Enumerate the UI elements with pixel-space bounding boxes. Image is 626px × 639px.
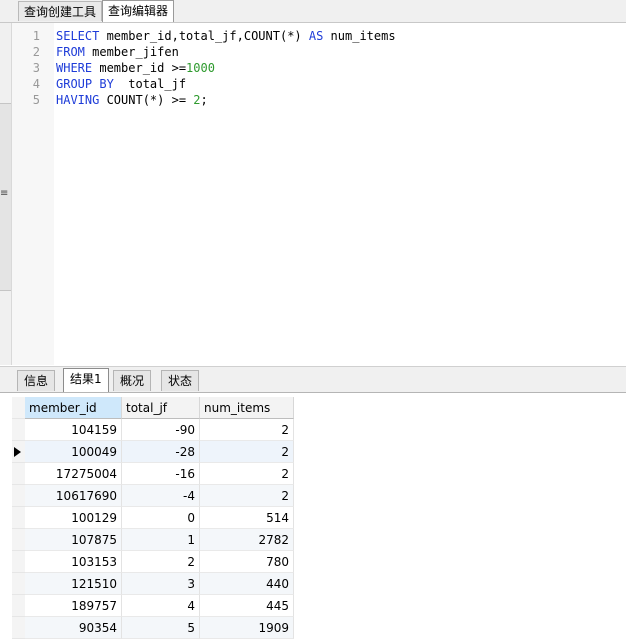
row-selector[interactable] (12, 463, 25, 485)
table-row[interactable]: 100049 -28 2 (25, 441, 294, 463)
table-row[interactable]: 104159 -90 2 (25, 419, 294, 441)
row-selector[interactable] (12, 529, 25, 551)
sql-keyword: AS (308, 29, 324, 43)
cell-num-items[interactable]: 2 (200, 441, 294, 463)
cell-member-id[interactable]: 90354 (25, 617, 122, 639)
row-selector[interactable] (12, 485, 25, 507)
sql-text: ; (200, 93, 208, 107)
sql-keyword: SELECT (56, 29, 100, 43)
line-number: 4 (32, 77, 40, 91)
table-row[interactable]: 17275004 -16 2 (25, 463, 294, 485)
row-selector[interactable] (12, 617, 25, 639)
grid-corner (12, 397, 25, 419)
code-line[interactable]: WHERE member_id >=1000 (56, 60, 215, 76)
cell-total-jf[interactable]: 2 (122, 551, 200, 573)
cell-member-id[interactable]: 189757 (25, 595, 122, 617)
table-row[interactable]: 103153 2 780 (25, 551, 294, 573)
tab-result-1[interactable]: 结果1 (63, 368, 109, 392)
cell-total-jf[interactable]: -28 (122, 441, 200, 463)
cell-total-jf[interactable]: 5 (122, 617, 200, 639)
cell-num-items[interactable]: 2 (200, 419, 294, 441)
sql-number: 1000 (186, 61, 215, 75)
result-tab-strip: 信息 结果1 概况 状态 (0, 366, 626, 393)
cell-num-items[interactable]: 2 (200, 485, 294, 507)
sql-number: 2 (193, 93, 201, 107)
table-row[interactable]: 10617690 -4 2 (25, 485, 294, 507)
cell-member-id[interactable]: 100129 (25, 507, 122, 529)
table-row[interactable]: 107875 1 2782 (25, 529, 294, 551)
tab-status[interactable]: 状态 (161, 370, 200, 391)
column-header-member-id[interactable]: member_id (25, 397, 122, 419)
line-number: 1 (32, 29, 40, 43)
sql-keyword: FROM (56, 45, 85, 59)
cell-total-jf[interactable]: 4 (122, 595, 200, 617)
line-number: 2 (32, 45, 40, 59)
sql-text: member_id >= (92, 61, 187, 75)
row-selector[interactable] (12, 573, 25, 595)
grip-lines-icon: ≡ (0, 188, 9, 199)
cell-num-items[interactable]: 440 (200, 573, 294, 595)
cell-member-id[interactable]: 17275004 (25, 463, 122, 485)
code-line[interactable]: SELECT member_id,total_jf,COUNT(*) AS nu… (56, 28, 396, 44)
row-selector[interactable] (12, 595, 25, 617)
cell-member-id[interactable]: 10617690 (25, 485, 122, 507)
cell-total-jf[interactable]: -90 (122, 419, 200, 441)
table-row[interactable]: 121510 3 440 (25, 573, 294, 595)
cell-num-items[interactable]: 2782 (200, 529, 294, 551)
cell-member-id[interactable]: 104159 (25, 419, 122, 441)
code-line[interactable]: GROUP BY total_jf (56, 76, 186, 92)
sql-text: num_items (323, 29, 396, 43)
sql-text: member_jifen (84, 45, 179, 59)
cell-num-items[interactable]: 445 (200, 595, 294, 617)
tab-query-editor[interactable]: 查询编辑器 (102, 0, 175, 22)
table-row[interactable]: 90354 5 1909 (25, 617, 294, 639)
sql-keyword: GROUP BY (56, 77, 114, 91)
line-number: 3 (32, 61, 40, 75)
sql-text: member_id,total_jf,COUNT(*) (99, 29, 309, 43)
cell-num-items[interactable]: 514 (200, 507, 294, 529)
cell-total-jf[interactable]: 1 (122, 529, 200, 551)
cell-total-jf[interactable]: 0 (122, 507, 200, 529)
row-selector[interactable] (12, 419, 25, 441)
cell-num-items[interactable]: 1909 (200, 617, 294, 639)
sql-text: total_jf (113, 77, 187, 91)
table-row[interactable]: 189757 4 445 (25, 595, 294, 617)
tab-info[interactable]: 信息 (17, 370, 56, 391)
code-line[interactable]: HAVING COUNT(*) >= 2; (56, 92, 208, 108)
column-header-num-items[interactable]: num_items (200, 397, 294, 419)
line-number: 5 (32, 93, 40, 107)
tab-query-builder[interactable]: 查询创建工具 (18, 1, 103, 21)
sql-keyword: WHERE (56, 61, 93, 75)
cell-total-jf[interactable]: 3 (122, 573, 200, 595)
row-selector[interactable] (12, 441, 25, 463)
cell-num-items[interactable]: 780 (200, 551, 294, 573)
cell-member-id[interactable]: 103153 (25, 551, 122, 573)
row-selector[interactable] (12, 551, 25, 573)
sql-editor[interactable]: 1 2 3 4 5 SELECT member_id,total_jf,COUNT(*) … (12, 23, 626, 365)
cell-member-id[interactable]: 100049 (25, 441, 122, 463)
column-header-total-jf[interactable]: total_jf (122, 397, 200, 419)
table-row[interactable]: 100129 0 514 (25, 507, 294, 529)
cell-total-jf[interactable]: -16 (122, 463, 200, 485)
sql-text: COUNT(*) >= (99, 93, 194, 107)
editor-tab-strip: 查询创建工具 查询编辑器 (0, 0, 626, 23)
tab-overview[interactable]: 概况 (113, 370, 152, 391)
cell-total-jf[interactable]: -4 (122, 485, 200, 507)
cell-member-id[interactable]: 107875 (25, 529, 122, 551)
current-row-pointer-icon (14, 447, 21, 457)
side-splitter[interactable]: ≡ (0, 23, 12, 365)
sql-keyword: HAVING (56, 93, 100, 107)
code-line[interactable]: FROM member_jifen (56, 44, 179, 60)
cell-member-id[interactable]: 121510 (25, 573, 122, 595)
row-selector[interactable] (12, 507, 25, 529)
cell-num-items[interactable]: 2 (200, 463, 294, 485)
